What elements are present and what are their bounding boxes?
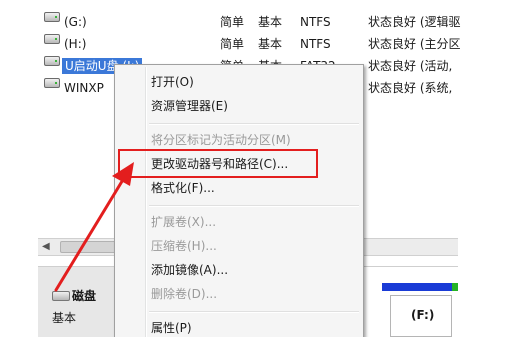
- drive-icon: [44, 12, 60, 22]
- disk-header[interactable]: 磁盘 基本: [38, 267, 118, 337]
- disk-icon: [52, 291, 70, 301]
- disk-label: 磁盘: [72, 289, 97, 303]
- volume-name: (H:): [64, 37, 87, 51]
- partition-block[interactable]: (F:): [390, 295, 452, 337]
- volume-name: (G:): [64, 15, 87, 29]
- volume-row[interactable]: (G:) 简单 基本 NTFS 状态良好 (逻辑驱: [38, 12, 468, 32]
- volume-filesystem: NTFS: [300, 15, 331, 29]
- menu-separator: [149, 311, 359, 313]
- context-menu: 打开(O) 资源管理器(E) 将分区标记为活动分区(M) 更改驱动器号和路径(C…: [114, 64, 364, 337]
- volume-type: 基本: [258, 15, 283, 29]
- menu-item-mark-active: 将分区标记为活动分区(M): [151, 133, 291, 147]
- scroll-left-arrow-icon[interactable]: ◀: [42, 241, 50, 252]
- volume-layout: 简单: [220, 15, 245, 29]
- menu-item-properties[interactable]: 属性(P): [151, 317, 351, 337]
- partition-letter: (F:): [411, 308, 435, 322]
- volume-status: 状态良好 (系统,: [368, 81, 453, 95]
- disk-type: 基本: [52, 311, 77, 325]
- drive-icon: [44, 56, 60, 66]
- menu-item-extend-volume: 扩展卷(X)...: [151, 215, 217, 229]
- partition-color-strip: [382, 283, 458, 291]
- menu-item-delete-volume: 删除卷(D)...: [151, 287, 218, 301]
- volume-name: WINXP: [64, 81, 104, 95]
- disk-management-window: (G:) 简单 基本 NTFS 状态良好 (逻辑驱 (H:) 简单 基本 NTF…: [0, 0, 506, 337]
- volume-type: 基本: [258, 37, 283, 51]
- menu-item-open[interactable]: 打开(O): [151, 71, 351, 93]
- volume-status: 状态良好 (逻辑驱: [368, 15, 461, 29]
- menu-separator: [149, 123, 359, 125]
- volume-layout: 简单: [220, 37, 245, 51]
- menu-item-explorer[interactable]: 资源管理器(E): [151, 95, 351, 117]
- menu-separator: [149, 205, 359, 207]
- volume-status: 状态良好 (主分区: [368, 37, 461, 51]
- menu-item-add-mirror[interactable]: 添加镜像(A)...: [151, 259, 351, 281]
- drive-icon: [44, 78, 60, 88]
- volume-row[interactable]: (H:) 简单 基本 NTFS 状态良好 (主分区: [38, 34, 468, 54]
- menu-item-format[interactable]: 格式化(F)...: [151, 177, 351, 199]
- volume-status: 状态良好 (活动,: [368, 59, 453, 73]
- menu-item-shrink-volume: 压缩卷(H)...: [151, 239, 217, 253]
- volume-filesystem: NTFS: [300, 37, 331, 51]
- drive-icon: [44, 34, 60, 44]
- annotation-highlight-box: [118, 149, 318, 178]
